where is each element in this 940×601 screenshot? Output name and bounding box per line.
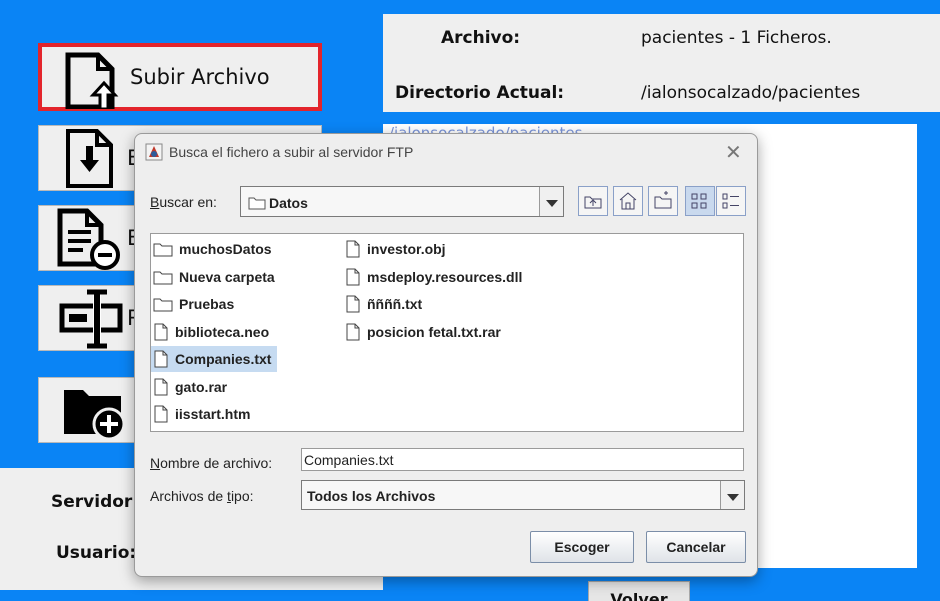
file-name: iisstart.htm [175,406,251,422]
rename-icon [59,288,125,354]
directorio-value: /ialonsocalzado/pacientes [641,83,861,103]
folder-add-icon [61,382,129,446]
file-name: muchosDatos [179,241,272,257]
file-chooser-dialog: Busca el fichero a subir al servidor FTP… [134,133,758,577]
chevron-down-icon[interactable] [539,187,563,216]
file-icon [345,295,367,313]
file-list-item[interactable]: gato.rar [151,374,233,400]
file-name: biblioteca.neo [175,323,270,340]
file-download-icon [65,128,115,192]
file-list-item[interactable]: Companies.txt [151,346,278,372]
filetype-label: Archivos de tipo: [150,488,254,504]
usuario-label: Usuario: [56,543,137,563]
new-folder-button[interactable] [648,186,678,216]
home-button[interactable] [613,186,643,216]
file-remove-icon [57,208,123,274]
folder-icon [153,296,179,312]
file-icon [153,405,175,423]
volver-button[interactable]: Volver [588,581,690,601]
close-icon[interactable]: ✕ [725,140,742,165]
filename-input[interactable]: Companies.txt [301,448,744,471]
file-name: Nueva carpeta [179,268,275,285]
folder-icon [153,269,179,285]
servidor-label: Servidor: [51,492,140,512]
file-name: msdeploy.resources.dll [367,268,523,285]
folder-list-item[interactable]: Pruebas [151,291,240,317]
folder-list-item[interactable]: Nueva carpeta [151,264,281,290]
look-in-value: Datos [269,195,308,211]
filetype-combo[interactable]: Todos los Archivos [301,480,745,510]
details-view-button[interactable] [716,186,746,216]
list-view-button[interactable] [685,186,715,216]
file-name: ññññ.txt [367,296,423,312]
chevron-down-icon[interactable] [720,481,744,509]
file-name: Companies.txt [175,351,272,367]
file-name: investor.obj [367,241,446,257]
upload-file-button[interactable]: Subir Archivo [38,43,322,111]
look-in-combo[interactable]: Datos [240,186,564,217]
file-upload-icon [64,51,122,113]
file-icon [153,378,175,396]
filetype-value: Todos los Archivos [307,488,436,504]
directorio-label: Directorio Actual: [395,83,565,103]
file-icon [153,323,175,341]
info-panel: Archivo: pacientes - 1 Ficheros. Directo… [383,14,940,112]
escoger-button[interactable]: Escoger [530,531,634,563]
java-app-icon [145,143,163,161]
file-icon [345,323,367,341]
archivo-label: Archivo: [441,28,521,48]
file-list-item[interactable]: ññññ.txt [343,291,428,317]
file-list[interactable]: muchosDatos Nueva carpeta Pruebas bibliotec… [150,233,744,432]
look-in-label: Buscar en: [150,194,217,210]
file-list-item[interactable]: posicion fetal.txt.rar [343,319,507,345]
upload-file-label: Subir Archivo [130,65,270,89]
file-name: gato.rar [175,378,228,395]
folder-icon [153,241,179,257]
file-name: Pruebas [179,296,235,312]
file-name: posicion fetal.txt.rar [367,323,501,340]
archivo-value: pacientes - 1 Ficheros. [641,28,832,48]
file-icon [345,268,367,286]
file-icon [345,240,367,258]
cancelar-button[interactable]: Cancelar [646,531,746,563]
file-icon [153,350,175,368]
filename-label: Nombre de archivo: [150,455,273,471]
folder-list-item[interactable]: muchosDatos [151,236,278,262]
file-list-item[interactable]: msdeploy.resources.dll [343,264,528,290]
dialog-title: Busca el fichero a subir al servidor FTP [169,144,414,160]
file-list-item[interactable]: investor.obj [343,236,452,262]
file-list-item[interactable]: biblioteca.neo [151,319,275,345]
folder-icon [248,196,266,213]
file-list-item[interactable]: iisstart.htm [151,401,256,427]
up-folder-button[interactable] [578,186,608,216]
